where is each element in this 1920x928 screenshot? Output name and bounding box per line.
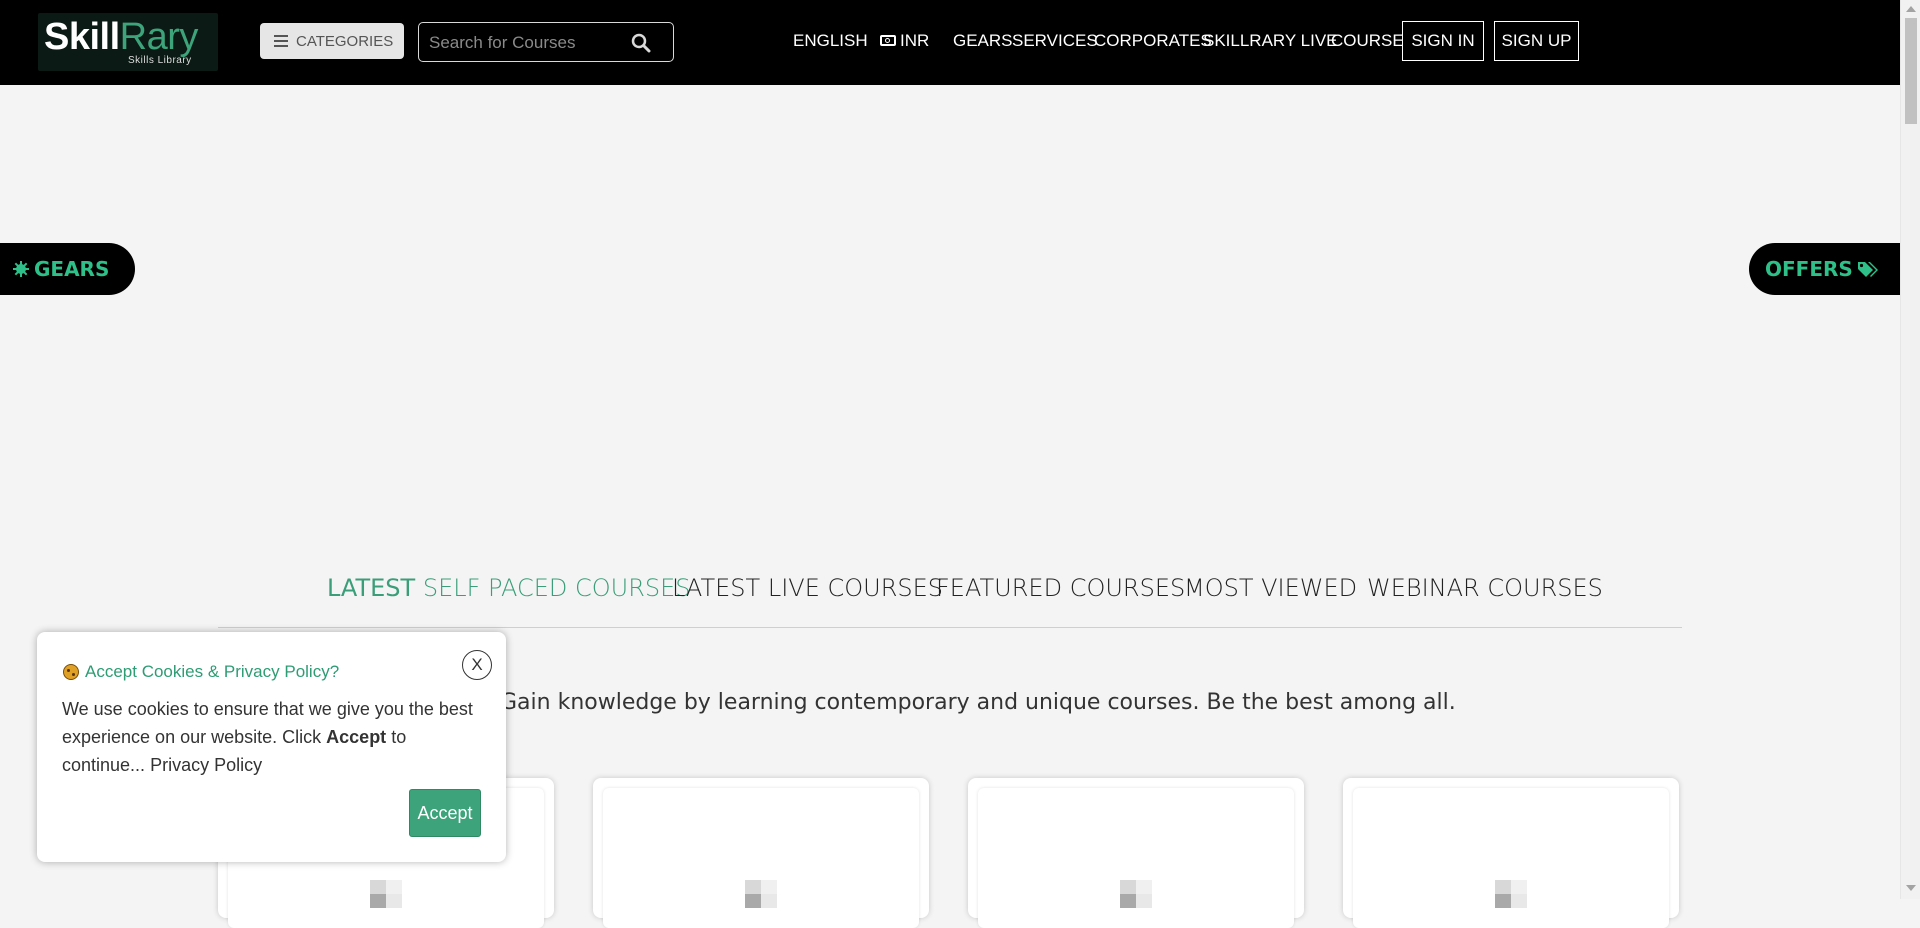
cookie-consent-popup: X Accept Cookies & Privacy Policy? We us… (37, 632, 506, 862)
tab-latest-rest: SELF PACED COURSES (422, 574, 691, 602)
tab-latest-prefix: LATEST (327, 574, 416, 602)
image-placeholder-icon (1120, 880, 1152, 908)
privacy-policy-link[interactable]: Privacy Policy (150, 755, 262, 775)
categories-button[interactable]: CATEGORIES (260, 23, 404, 59)
course-card-image-area (1353, 788, 1669, 928)
currency-label: INR (900, 31, 930, 50)
course-card[interactable] (593, 778, 929, 928)
nav-language[interactable]: ENGLISH (793, 31, 868, 51)
tab-featured[interactable]: FEATURED COURSES (936, 574, 1185, 602)
course-card[interactable] (968, 778, 1304, 928)
logo-tagline: Skills Library (128, 55, 192, 66)
scrollbar-thumb[interactable] (1905, 18, 1917, 124)
gears-side-tab[interactable]: GEARS (0, 243, 135, 295)
tab-latest-live[interactable]: LATEST LIVE COURSES (672, 574, 943, 602)
cookie-icon (63, 664, 79, 680)
page-scrollbar[interactable] (1900, 0, 1920, 899)
nav-course[interactable]: COURSE (1331, 31, 1404, 51)
money-icon (880, 35, 896, 47)
cookie-title: Accept Cookies & Privacy Policy? (63, 662, 339, 682)
nav-gears[interactable]: GEARS (953, 31, 1013, 51)
gear-icon (13, 261, 29, 277)
skillrary-logo[interactable]: SkillRary Skills Library (38, 13, 218, 71)
nav-skillrary-live[interactable]: SKILLRARY LIVE (1203, 31, 1338, 51)
categories-label: CATEGORIES (296, 32, 394, 50)
gears-side-label: GEARS (34, 257, 110, 281)
tab-most-viewed[interactable]: MOST VIEWED (1184, 574, 1357, 602)
sign-in-button[interactable]: SIGN IN (1402, 21, 1484, 61)
offers-side-tab[interactable]: OFFERS (1749, 243, 1900, 295)
tab-latest-self-paced[interactable]: LATEST SELF PACED COURSES (327, 574, 691, 602)
tab-webinar[interactable]: WEBINAR COURSES (1367, 574, 1603, 602)
cookie-title-text: Accept Cookies & Privacy Policy? (85, 662, 340, 681)
image-placeholder-icon (745, 880, 777, 908)
hamburger-icon (274, 35, 288, 47)
nav-corporates[interactable]: CORPORATES (1094, 31, 1212, 51)
nav-currency[interactable]: INR (880, 31, 929, 51)
logo-wordmark: SkillRary (44, 16, 198, 58)
course-card[interactable] (1343, 778, 1679, 928)
scroll-down-arrow-icon[interactable] (1906, 885, 1916, 891)
scroll-up-arrow-icon[interactable] (1906, 6, 1916, 12)
accept-cookies-button[interactable]: Accept (409, 789, 481, 837)
course-card-image-area (603, 788, 919, 928)
cookie-message-a: We use cookies to ensure that we give yo… (62, 699, 473, 747)
course-card-image-area (978, 788, 1294, 928)
image-placeholder-icon (370, 880, 402, 908)
search-box (418, 22, 674, 62)
section-tagline: Gain knowledge by learning contemporary … (500, 690, 1456, 715)
course-tabs: LATEST SELF PACED COURSES LATEST LIVE CO… (218, 564, 1682, 628)
search-input[interactable] (427, 27, 631, 59)
cookie-message-bold: Accept (326, 727, 387, 747)
search-icon[interactable] (631, 33, 651, 53)
sign-up-button[interactable]: SIGN UP (1494, 21, 1579, 61)
top-navbar: SkillRary Skills Library CATEGORIES ENGL… (0, 0, 1900, 85)
nav-services[interactable]: SERVICES (1012, 31, 1098, 51)
cookie-close-button[interactable]: X (462, 650, 492, 680)
image-placeholder-icon (1495, 880, 1527, 908)
cookie-message: We use cookies to ensure that we give yo… (62, 695, 482, 779)
tags-icon (1857, 262, 1878, 277)
offers-side-label: OFFERS (1765, 257, 1853, 281)
